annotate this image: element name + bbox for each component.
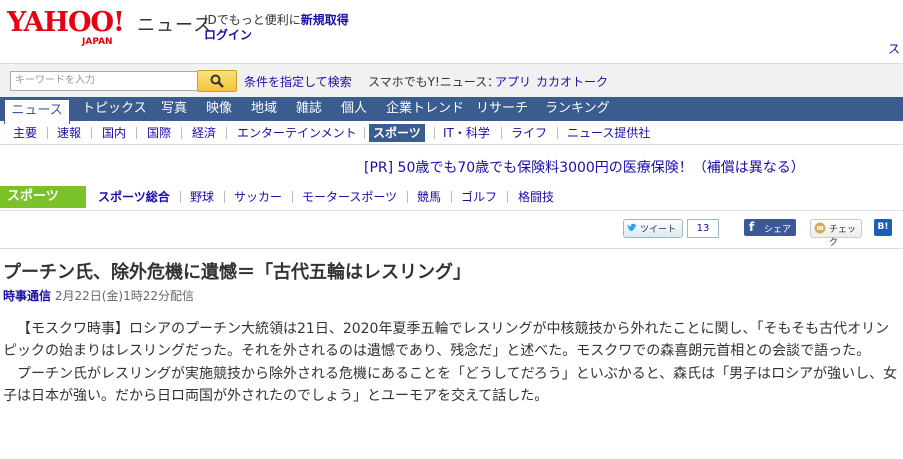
facebook-icon: f: [749, 220, 755, 234]
site-title[interactable]: ニュース: [137, 11, 212, 37]
tab-corporate-trend[interactable]: 企業トレンド: [386, 97, 464, 121]
main-nav: ニュース トピックス 写真 映像 地域 雑誌 個人 企業トレンド リサーチ ラン…: [0, 97, 903, 124]
divider: [501, 127, 502, 139]
divider: [180, 191, 181, 203]
sports-section-label[interactable]: スポーツ: [0, 186, 86, 208]
tab-magazine[interactable]: 雑誌: [296, 97, 322, 121]
divider: [557, 127, 558, 139]
section-divider: [0, 210, 903, 211]
promo-text: IDでもっと便利に: [204, 13, 301, 27]
twitter-bird-icon: [627, 223, 637, 232]
horse-racing-link[interactable]: 競馬: [417, 188, 441, 206]
motorsports-link[interactable]: モータースポーツ: [302, 188, 397, 206]
tab-individual[interactable]: 個人: [341, 97, 367, 121]
site-header: YAHOO! JAPAN ニュース IDでもっと便利に新規取得 ログイン ス: [0, 0, 903, 62]
sports-general-link[interactable]: スポーツ総合: [98, 188, 170, 206]
tweet-count: 13: [687, 219, 719, 238]
article-byline: 時事通信 2月22日(金)1時22分配信: [3, 287, 194, 304]
divider: [226, 127, 227, 139]
tab-video[interactable]: 映像: [206, 97, 232, 121]
facebook-share-button[interactable]: f シェア: [744, 219, 796, 236]
article-headline: プーチン氏、除外危機に遺憾＝「古代五輪はレスリング」: [3, 262, 471, 283]
smartphone-label: スマホでもY!ニュース：: [368, 75, 500, 89]
category-breaking[interactable]: 速報: [57, 124, 81, 142]
app-link[interactable]: アプリ: [495, 73, 531, 90]
category-world[interactable]: 国際: [147, 124, 171, 142]
search-bar: キーワードを入力 条件を指定して検索 スマホでもY!ニュース： アプリ カカオト…: [0, 63, 903, 98]
divider: [292, 191, 293, 203]
advanced-search-link[interactable]: 条件を指定して検索: [244, 73, 352, 90]
cutoff-link[interactable]: ス: [888, 40, 900, 57]
baseball-link[interactable]: 野球: [190, 188, 214, 206]
yahoo-japan-logo[interactable]: YAHOO! JAPAN: [7, 8, 132, 48]
article-body: 【モスクワ時事】ロシアのプーチン大統領は21日、2020年夏季五輪でレスリングが…: [3, 318, 898, 407]
category-main[interactable]: 主要: [13, 124, 37, 142]
search-icon: [210, 74, 224, 88]
news-source-link[interactable]: 時事通信: [3, 289, 51, 303]
mixi-icon: [814, 222, 826, 234]
martial-arts-link[interactable]: 格闘技: [518, 188, 554, 206]
category-providers[interactable]: ニュース提供社: [567, 124, 650, 142]
tab-ranking[interactable]: ランキング: [545, 97, 610, 121]
tweet-label: ツイート: [640, 225, 677, 235]
tweet-button[interactable]: ツイート: [623, 219, 683, 238]
search-input[interactable]: キーワードを入力: [10, 71, 202, 91]
publish-date: 2月22日(金)1時22分配信: [54, 289, 195, 303]
golf-link[interactable]: ゴルフ: [461, 188, 497, 206]
soccer-link[interactable]: サッカー: [234, 188, 282, 206]
login-link[interactable]: ログイン: [204, 26, 252, 43]
category-it-science[interactable]: IT・科学: [443, 124, 490, 142]
kakaotalk-link[interactable]: カカオトーク: [536, 73, 608, 90]
divider: [407, 191, 408, 203]
signup-link[interactable]: 新規取得: [301, 13, 349, 27]
divider: [181, 127, 182, 139]
tab-topics[interactable]: トピックス: [82, 97, 147, 121]
divider: [136, 127, 137, 139]
tab-local[interactable]: 地域: [251, 97, 277, 121]
divider: [434, 127, 435, 139]
divider: [91, 127, 92, 139]
category-economy[interactable]: 経済: [192, 124, 216, 142]
search-button[interactable]: [197, 70, 237, 92]
divider: [47, 127, 48, 139]
mixi-check-button[interactable]: チェック: [810, 219, 862, 248]
logo-wordmark: YAHOO!: [7, 7, 125, 38]
article-paragraph: 【モスクワ時事】ロシアのプーチン大統領は21日、2020年夏季五輪でレスリングが…: [3, 321, 890, 359]
category-domestic[interactable]: 国内: [102, 124, 126, 142]
article-paragraph: プーチン氏がレスリングが実施競技から除外される危機にあることを「どうしてだろう」…: [3, 366, 898, 404]
article-divider: [0, 248, 903, 249]
hatena-bookmark-button[interactable]: B!: [874, 219, 892, 236]
category-entertainment[interactable]: エンターテインメント: [237, 124, 357, 142]
divider: [364, 127, 365, 139]
tab-research[interactable]: リサーチ: [476, 97, 528, 121]
sports-nav: スポーツ スポーツ総合 野球 サッカー モータースポーツ 競馬 ゴルフ 格闘技: [0, 186, 903, 208]
tab-photos[interactable]: 写真: [161, 97, 187, 121]
divider: [451, 191, 452, 203]
category-life[interactable]: ライフ: [511, 124, 547, 142]
category-sports[interactable]: スポーツ: [369, 124, 425, 142]
divider: [507, 191, 508, 203]
check-label: チェック: [829, 225, 857, 248]
logo-subtext: JAPAN: [82, 37, 113, 47]
category-nav: 主要 速報 国内 国際 経済 エンターテインメント スポーツ IT・科学 ライフ…: [0, 121, 903, 145]
share-label: シェア: [764, 225, 792, 235]
pr-ad-link[interactable]: [PR] 50歳でも70歳でも保険料3000円の医療保険！（補償は異なる）: [364, 157, 805, 177]
divider: [224, 191, 225, 203]
